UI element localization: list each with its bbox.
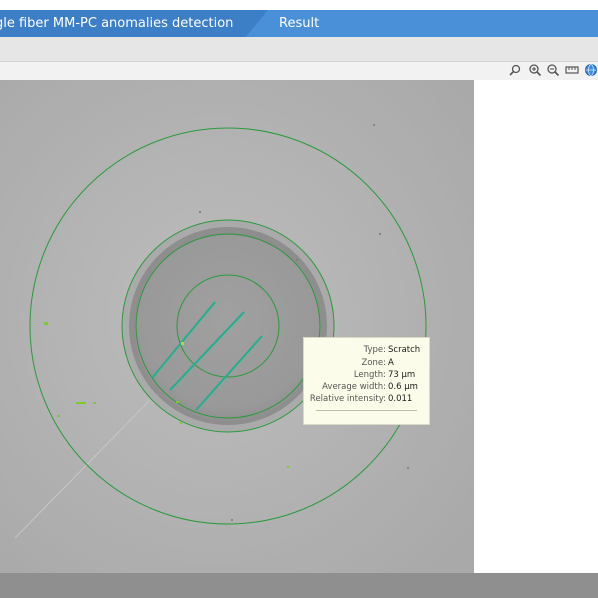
zoom-out-icon[interactable]	[546, 63, 560, 77]
fiber-end-face-image	[0, 80, 474, 573]
fiber-image-viewer[interactable]	[0, 80, 474, 573]
defect-mark[interactable]	[76, 402, 86, 404]
zoom-in-icon[interactable]	[528, 63, 542, 77]
title-bar: gle fiber MM-PC anomalies detection Resu…	[0, 10, 598, 37]
dust-speck	[231, 519, 233, 521]
sub-toolbar	[0, 37, 598, 61]
dust-speck	[296, 259, 298, 261]
globe-icon[interactable]	[584, 63, 598, 77]
dust-speck	[379, 233, 381, 235]
tooltip-row-length: Length: 73 µm	[304, 369, 431, 381]
defect-mark[interactable]	[93, 402, 96, 404]
defect-mark[interactable]	[180, 422, 182, 424]
defect-mark[interactable]	[44, 322, 48, 325]
tooltip-label: Average width:	[322, 382, 386, 392]
tooltip-label: Length:	[353, 370, 386, 380]
tab-result[interactable]: Result	[279, 10, 319, 37]
zoom-reset-icon[interactable]	[508, 63, 522, 77]
tooltip-divider	[316, 410, 417, 411]
viewer-toolbar	[0, 61, 598, 80]
tooltip-label: Relative intensity:	[309, 394, 386, 404]
tooltip-label: Zone:	[361, 358, 386, 368]
tooltip-label: Type:	[363, 345, 386, 355]
defect-mark[interactable]	[287, 466, 289, 468]
tooltip-value: 73 µm	[388, 370, 416, 380]
tooltip-row-relative-intensity: Relative intensity: 0.011	[304, 393, 431, 405]
ruler-icon[interactable]	[565, 63, 579, 77]
dust-speck	[199, 211, 201, 213]
defect-mark[interactable]	[176, 401, 179, 403]
defect-mark[interactable]	[57, 415, 60, 417]
defect-tooltip: Type: Scratch Zone: A Length: 73 µm Aver…	[303, 337, 430, 425]
tab-label: gle fiber MM-PC anomalies detection	[0, 16, 234, 31]
bottom-status-bar	[0, 573, 598, 598]
tab-anomalies-detection[interactable]: gle fiber MM-PC anomalies detection	[0, 10, 268, 37]
tooltip-value: 0.011	[388, 394, 413, 404]
tooltip-value: 0.6 µm	[388, 382, 418, 392]
side-panel	[474, 80, 598, 573]
tab-label: Result	[279, 16, 320, 31]
defect-mark[interactable]	[181, 342, 184, 345]
tooltip-row-average-width: Average width: 0.6 µm	[304, 381, 431, 393]
dust-speck	[373, 124, 375, 126]
tooltip-value: A	[388, 358, 394, 368]
dust-speck	[407, 467, 409, 469]
tooltip-value: Scratch	[388, 345, 421, 355]
tooltip-row-zone: Zone: A	[304, 357, 431, 369]
tooltip-row-type: Type: Scratch	[304, 344, 431, 356]
